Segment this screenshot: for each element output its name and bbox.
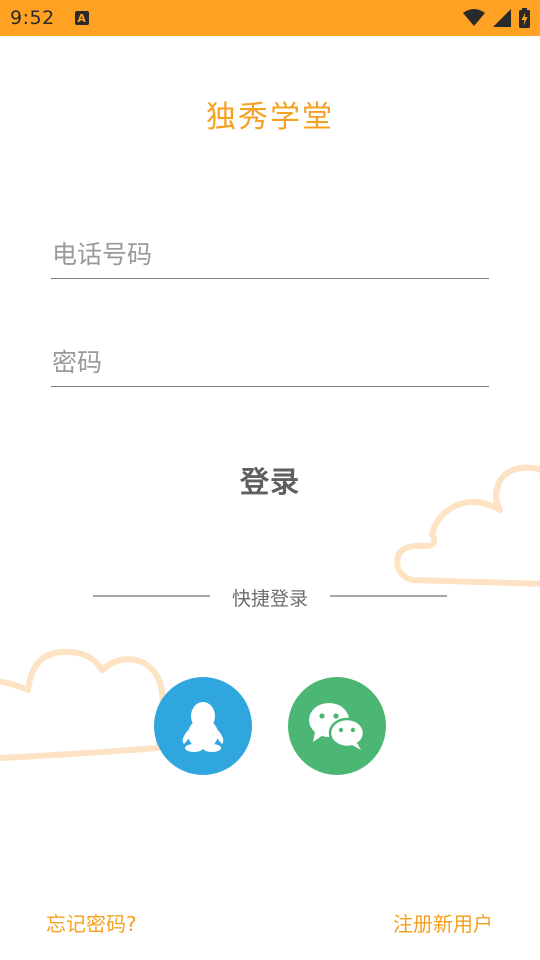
qq-penguin-icon xyxy=(182,702,224,752)
login-screen: 9:52 A 独秀学堂 登录 快捷登录 xyxy=(0,0,540,960)
wechat-login-button[interactable] xyxy=(288,677,386,775)
cloud-decoration-left xyxy=(0,648,166,761)
divider-left xyxy=(93,595,210,597)
login-button[interactable]: 登录 xyxy=(170,450,370,510)
quick-login-label: 快捷登录 xyxy=(231,588,308,610)
cloud-decoration-right xyxy=(394,464,540,587)
qq-login-button[interactable] xyxy=(154,677,252,775)
wifi-icon xyxy=(463,9,485,26)
notification-a-icon: A xyxy=(74,11,89,25)
forgot-password-link[interactable]: 忘记密码? xyxy=(46,908,137,937)
status-bar: 9:52 A xyxy=(0,0,540,36)
register-link[interactable]: 注册新用户 xyxy=(393,908,493,937)
divider-right xyxy=(330,595,447,597)
password-input[interactable] xyxy=(51,339,489,387)
wechat-icon xyxy=(309,703,366,750)
phone-number-input[interactable] xyxy=(51,231,489,279)
app-title: 独秀学堂 xyxy=(206,100,334,135)
signal-icon xyxy=(493,9,511,27)
status-icons xyxy=(463,8,530,28)
status-time: 9:52 xyxy=(10,7,55,29)
battery-charging-icon xyxy=(519,8,530,28)
